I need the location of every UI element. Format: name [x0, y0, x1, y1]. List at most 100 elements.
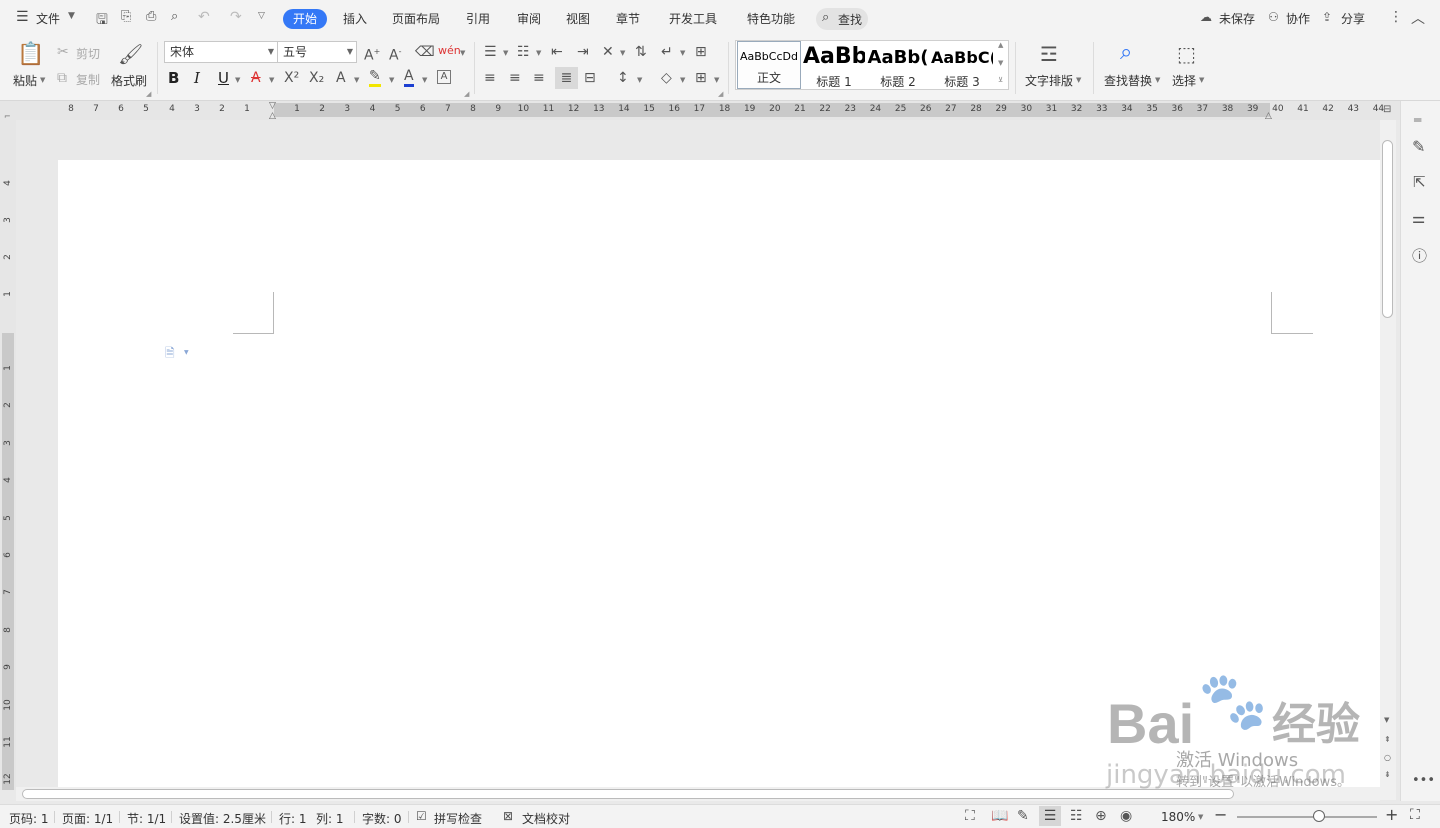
tab-developer[interactable]: 开发工具	[669, 10, 717, 27]
select-cursor-icon[interactable]: ⬚	[1177, 42, 1196, 66]
zoom-slider-track[interactable]	[1237, 816, 1377, 818]
chevron-down-icon[interactable]: ▼	[536, 49, 541, 57]
status-row[interactable]: 行: 1	[279, 810, 307, 827]
fit-window-icon[interactable]: ⛶	[1410, 807, 1420, 823]
indent-marker-icon[interactable]: ▽	[269, 101, 276, 111]
phonetic-guide-icon[interactable]: wén	[438, 43, 461, 59]
shading-icon[interactable]: ◇	[661, 70, 672, 86]
font-size-combo[interactable]: 五号 ▼	[277, 41, 357, 63]
dialog-launcher-icon[interactable]: ◢	[146, 90, 151, 98]
print-preview-icon[interactable]: ⌕	[171, 9, 178, 24]
select-button[interactable]: 选择	[1172, 72, 1196, 89]
sort-icon[interactable]: ⇅	[635, 44, 647, 60]
font-name-combo[interactable]: 宋体 ▼	[164, 41, 278, 63]
dialog-launcher-icon[interactable]: ◢	[464, 90, 469, 98]
increase-font-icon[interactable]: A+	[364, 44, 380, 64]
chevron-down-icon[interactable]: ▼	[1199, 76, 1204, 84]
chevron-down-icon[interactable]: ▼	[422, 76, 427, 84]
vertical-scroll-thumb[interactable]	[1382, 140, 1393, 318]
collapse-ribbon-icon[interactable]: ︿	[1411, 8, 1425, 28]
subscript-icon[interactable]: X₂	[309, 70, 324, 86]
file-menu[interactable]: 文件	[36, 10, 60, 27]
status-word-count[interactable]: 字数: 0	[362, 810, 402, 827]
chevron-down-icon[interactable]: ▼	[503, 49, 508, 57]
chevron-down-icon[interactable]: ▼	[269, 76, 274, 84]
align-center-icon[interactable]: ≡	[509, 70, 521, 86]
ruler-toggle-icon[interactable]: ⊟	[1383, 104, 1391, 115]
underline-button[interactable]: U	[218, 70, 229, 86]
paste-button[interactable]: 粘贴	[13, 72, 37, 89]
pen-edit-icon[interactable]: ✎	[1412, 137, 1425, 156]
zoom-level[interactable]: 180%	[1161, 810, 1195, 824]
superscript-icon[interactable]: X²	[284, 70, 299, 86]
align-left-icon[interactable]: ≡	[484, 70, 496, 86]
tab-view[interactable]: 视图	[566, 10, 590, 27]
format-painter-button[interactable]: 格式刷	[111, 72, 147, 89]
fullscreen-icon[interactable]: ⛶	[965, 808, 975, 824]
chevron-down-icon[interactable]: ▼	[389, 76, 394, 84]
tab-start[interactable]: 开始	[283, 9, 327, 29]
next-page-icon[interactable]: ⇟	[1384, 770, 1391, 779]
chevron-down-icon[interactable]: ▼	[1155, 76, 1160, 84]
tab-page-layout[interactable]: 页面布局	[392, 10, 440, 27]
pointer-select-icon[interactable]: ⇱	[1413, 173, 1426, 191]
format-painter-icon[interactable]: 🖌	[118, 42, 143, 66]
align-right-icon[interactable]: ≡	[533, 70, 545, 86]
text-layout-icon[interactable]: ☲	[1040, 42, 1058, 66]
dialog-launcher-icon[interactable]: ◢	[718, 90, 723, 98]
scroll-down-icon[interactable]: ▼	[1384, 716, 1389, 724]
text-layout-button[interactable]: 文字排版	[1025, 72, 1073, 89]
proofread-button[interactable]: 文档校对	[522, 810, 570, 827]
more-options-icon[interactable]: ⋮	[1389, 9, 1403, 25]
print-icon[interactable]: ⎙	[146, 9, 156, 24]
chevron-down-icon[interactable]: ▼	[354, 76, 359, 84]
more-options-icon[interactable]: •••	[1412, 773, 1435, 788]
chinese-layout-icon[interactable]: ✕	[602, 44, 614, 60]
eye-protection-icon[interactable]: ◉	[1120, 808, 1132, 824]
cut-button[interactable]: 剪切	[76, 45, 100, 62]
strikethrough-icon[interactable]: A	[251, 70, 261, 86]
character-border-icon[interactable]: A	[437, 70, 451, 84]
settings-sliders-icon[interactable]: ⚌	[1412, 209, 1425, 227]
copy-button[interactable]: 复制	[76, 71, 100, 88]
style-heading-2[interactable]: AaBb( 标题 2	[867, 41, 929, 89]
paste-options-icon[interactable]: 🗎	[165, 344, 175, 365]
status-column[interactable]: 列: 1	[316, 810, 344, 827]
numbered-list-icon[interactable]: ☷	[517, 44, 530, 60]
find-replace-icon[interactable]: ⌕	[1120, 40, 1132, 66]
decrease-font-icon[interactable]: A-	[389, 44, 401, 64]
chevron-down-icon[interactable]: ▼	[235, 76, 240, 84]
share-button[interactable]: 分享	[1341, 10, 1365, 27]
chevron-down-icon[interactable]: ▼	[68, 11, 75, 21]
chevron-down-icon[interactable]: ▼	[268, 42, 274, 62]
browse-object-icon[interactable]: ○	[1384, 753, 1391, 762]
highlight-icon[interactable]: ✎	[369, 68, 381, 87]
horizontal-scroll-thumb[interactable]	[22, 789, 1234, 799]
distribute-icon[interactable]: ⊟	[584, 70, 596, 86]
save-icon[interactable]: 🖫	[96, 9, 108, 33]
italic-button[interactable]: I	[194, 70, 200, 86]
borders-icon[interactable]: ⊞	[695, 70, 707, 86]
read-mode-icon[interactable]: 📖	[991, 808, 1008, 824]
spell-check-button[interactable]: 拼写检查	[434, 810, 482, 827]
web-view-icon[interactable]: ⊕	[1095, 808, 1107, 824]
write-mode-icon[interactable]: ✎	[1017, 808, 1029, 824]
export-pdf-icon[interactable]: ⎘	[121, 9, 131, 24]
search-button[interactable]: ⌕ 查找	[816, 8, 868, 30]
scroll-up-icon[interactable]: ▲	[998, 41, 1003, 49]
help-icon[interactable]: ⓘ	[1412, 245, 1427, 266]
outline-view-icon[interactable]: ☷	[1070, 808, 1083, 824]
chevron-down-icon[interactable]: ▼	[40, 76, 45, 84]
status-page-number[interactable]: 页码: 1	[9, 810, 49, 827]
scroll-down-icon[interactable]: ▼	[998, 59, 1003, 67]
chevron-down-icon[interactable]: ▼	[680, 76, 685, 84]
bullet-list-icon[interactable]: ☰	[484, 44, 497, 60]
tab-review[interactable]: 审阅	[517, 10, 541, 27]
zoom-slider-thumb[interactable]	[1313, 810, 1325, 822]
text-effect-icon[interactable]: A	[336, 70, 346, 86]
increase-indent-icon[interactable]: ⇥	[577, 44, 589, 60]
panel-collapse-icon[interactable]: ═	[1414, 113, 1421, 127]
bold-button[interactable]: B	[168, 70, 179, 86]
tab-insert[interactable]: 插入	[343, 10, 367, 27]
paste-icon[interactable]: 📋	[17, 42, 44, 68]
